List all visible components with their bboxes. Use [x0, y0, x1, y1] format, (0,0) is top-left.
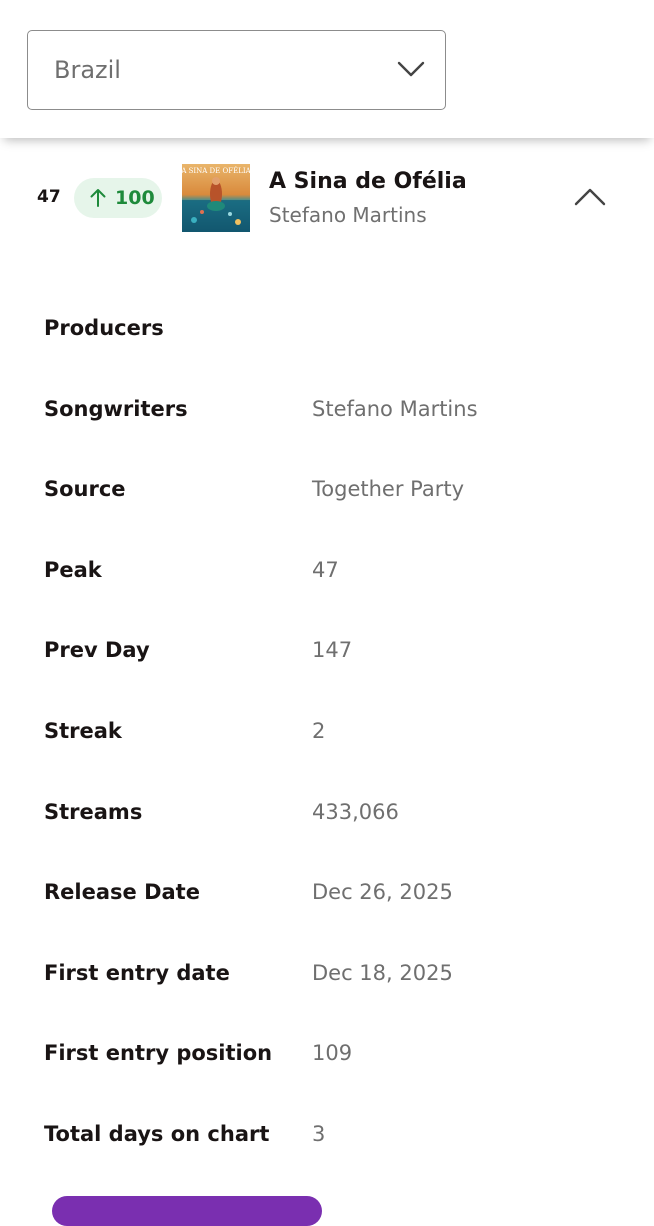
- rank-change-badge: 100: [74, 178, 162, 218]
- detail-label: Producers: [44, 316, 164, 340]
- detail-row-songwriters: Songwriters Stefano Martins: [0, 369, 654, 450]
- detail-label: Total days on chart: [44, 1121, 270, 1146]
- detail-value: 147: [312, 638, 353, 663]
- detail-row-prev-day: Prev Day 147: [0, 610, 654, 691]
- detail-label: Songwriters: [44, 396, 188, 421]
- chevron-down-icon: [397, 61, 425, 77]
- detail-row-total-days: Total days on chart 3: [0, 1094, 654, 1175]
- arrow-up-icon: [90, 189, 106, 207]
- detail-row-first-entry-date: First entry date Dec 18, 2025: [0, 933, 654, 1014]
- detail-label: Prev Day: [44, 638, 150, 663]
- bottom-action-button[interactable]: [52, 1196, 322, 1226]
- detail-value: 433,066: [312, 799, 399, 824]
- track-title: A Sina de Ofélia: [269, 169, 467, 194]
- detail-value: Stefano Martins: [312, 396, 478, 421]
- rank-change-value: 100: [115, 187, 155, 209]
- country-select[interactable]: Brazil: [27, 30, 446, 110]
- detail-row-source: Source Together Party: [0, 449, 654, 530]
- chevron-up-icon[interactable]: [572, 184, 608, 210]
- track-details: Producers Songwriters Stefano Martins So…: [0, 288, 654, 1175]
- cover-title: A SINA DE OFÉLIA: [182, 166, 250, 175]
- detail-row-peak: Peak 47: [0, 530, 654, 611]
- detail-row-first-entry-position: First entry position 109: [0, 1013, 654, 1094]
- detail-value: 2: [312, 718, 326, 743]
- detail-value: Dec 18, 2025: [312, 960, 453, 985]
- detail-row-streams: Streams 433,066: [0, 772, 654, 853]
- detail-label: First entry date: [44, 960, 230, 985]
- detail-label: Streams: [44, 799, 143, 824]
- detail-row-producers: Producers: [0, 288, 654, 369]
- detail-label: Release Date: [44, 880, 200, 905]
- album-cover: A SINA DE OFÉLIA: [182, 164, 250, 232]
- detail-row-release-date: Release Date Dec 26, 2025: [0, 852, 654, 933]
- detail-row-streak: Streak 2: [0, 691, 654, 772]
- detail-label: Streak: [44, 718, 122, 743]
- header: Brazil: [0, 0, 654, 138]
- detail-label: Source: [44, 477, 126, 502]
- detail-value: Together Party: [312, 477, 465, 502]
- track-artist: Stefano Martins: [269, 203, 427, 227]
- detail-value: 109: [312, 1041, 353, 1066]
- detail-value: 3: [312, 1121, 326, 1146]
- country-select-value: Brazil: [54, 56, 121, 84]
- detail-value: 47: [312, 557, 339, 582]
- detail-value: Dec 26, 2025: [312, 880, 453, 905]
- detail-label: Peak: [44, 557, 102, 582]
- track-row[interactable]: 47 100 A SINA DE OFÉLIA A Sina de Ofélia…: [0, 160, 654, 236]
- detail-label: First entry position: [44, 1041, 273, 1066]
- track-rank: 47: [37, 187, 61, 207]
